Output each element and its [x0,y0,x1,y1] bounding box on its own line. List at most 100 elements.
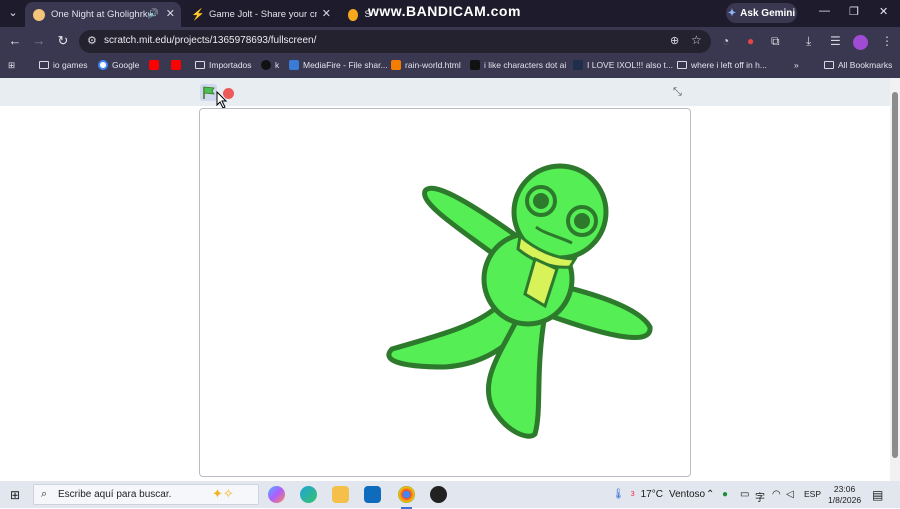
time: 23:06 [833,484,856,494]
forward-icon[interactable]: → [31,33,47,48]
apps-grid-icon[interactable]: ⊞ [8,60,15,71]
extensions-puzzle-icon[interactable]: ⧉ [771,34,780,49]
bookmark-characters[interactable]: i like characters dot ai [470,60,566,70]
profile-avatar[interactable] [853,35,868,50]
tray-app-icon[interactable]: ● [722,489,728,500]
tab-favicon [33,8,45,21]
tab-one-night[interactable]: One Night at Gholighrkgh 🔊 ✕ [25,2,181,27]
tray-language-icon[interactable]: 字 [755,489,765,504]
scratch-stage[interactable] [199,108,691,477]
media-player-icon[interactable] [430,486,447,503]
bookmark-where-i-left-off[interactable]: where i left off in h... [677,60,767,70]
bookmark-star-icon[interactable]: ☆ [691,33,702,47]
date: 1/8/2026 [828,495,862,505]
bookmark-ixol[interactable]: I LOVE IXOL!!! also t... [573,60,673,70]
close-icon[interactable]: ✕ [166,7,175,20]
folder-icon [824,61,834,69]
characterai-icon [470,60,480,70]
bookmark-youtube-2[interactable] [171,60,185,70]
exit-fullscreen-icon[interactable]: ⤡ [673,86,682,99]
file-explorer-icon[interactable] [332,486,349,503]
bookmark-mediafire[interactable]: MediaFire - File shar... [289,60,388,70]
window-close-icon[interactable]: ✕ [879,5,888,18]
copilot-icon[interactable] [268,486,285,503]
reload-icon[interactable]: ↻ [55,33,71,49]
address-bar[interactable]: ⚙ scratch.mit.edu/projects/1365978693/fu… [79,30,711,53]
bookmark-io-games[interactable]: io games [39,60,88,70]
chrome-icon[interactable] [398,486,415,509]
youtube-icon [149,60,159,70]
volume-icon[interactable]: ◁ [786,489,794,500]
site-info-icon[interactable]: ⚙ [87,34,97,47]
all-bookmarks[interactable]: All Bookmarks [824,60,892,70]
tab-title: Game Jolt - Share your creation [209,9,317,20]
bookmark-label: where i left off in h... [691,60,767,70]
bookmark-label: i like characters dot ai [484,60,567,70]
bookmark-rain-world[interactable]: rain-world.html [391,60,461,70]
bookmarks-overflow-icon[interactable]: » [794,60,799,70]
bookmark-label: Importados [209,60,252,70]
extension-icon-2[interactable]: ● [747,34,754,48]
wifi-icon[interactable]: ◠ [772,489,781,500]
tumblr-icon [573,60,583,70]
mouse-cursor-icon [216,91,228,109]
ask-gemini-button[interactable]: ✦ Ask Gemini [726,3,797,23]
search-placeholder: Escribe aquí para buscar. [58,489,172,500]
tray-expand-icon[interactable]: ⌃ [706,489,714,500]
bookmark-label: k [275,60,280,70]
outlook-icon[interactable] [364,486,381,503]
site-icon [261,60,271,70]
download-icon[interactable]: ⤓ [806,34,811,49]
weather-temp: 17°C [640,489,663,500]
back-icon[interactable]: ← [7,33,23,48]
right-pupil [574,213,590,229]
google-icon [98,60,108,70]
minimize-icon[interactable]: — [819,5,830,17]
taskbar-search[interactable]: ⌕ Escribe aquí para buscar. ✦✧ [33,484,259,505]
clock[interactable]: 23:06 1/8/2026 [828,484,861,506]
bookmark-label: Google [112,60,140,70]
toolbar: ← → ↻ ⚙ scratch.mit.edu/projects/1365978… [0,27,900,56]
scrollbar-thumb[interactable] [892,92,898,458]
weather-desc: Ventoso [668,489,706,500]
notifications-icon[interactable]: ▤ [872,488,883,502]
sparkle-icon: ✦✧ [212,486,234,501]
url-text[interactable]: scratch.mit.edu/projects/1365978693/full… [104,35,316,46]
zoom-icon[interactable]: ⊕ [670,34,679,47]
menu-icon[interactable]: ⋮ [881,34,893,48]
edge-icon[interactable] [300,486,317,503]
mediafire-icon [289,60,299,70]
bookmark-label: rain-world.html [405,60,461,70]
bookmark-k[interactable]: k [261,60,279,70]
bookmarks-bar: ⊞ io games Google Importados k MediaFire… [0,56,900,78]
tab-third[interactable]: S [340,2,370,27]
tab-title: One Night at Gholighrkgh [51,9,149,20]
tray-battery-icon[interactable]: ▭ [740,489,749,500]
extension-icon-1[interactable]: ◔ [722,34,729,48]
bookmark-importados[interactable]: Importados [195,60,252,70]
blogger-icon [391,60,401,70]
frog-character [386,163,653,439]
audio-icon[interactable]: 🔊 [148,8,159,19]
bookmark-youtube-1[interactable] [149,60,163,70]
folder-icon [39,61,49,69]
close-icon[interactable]: ✕ [322,7,331,20]
bookmark-google[interactable]: Google [98,60,139,70]
scratch-favicon [348,8,359,21]
input-language[interactable]: ESP [804,489,821,499]
tab-search-icon[interactable]: ⌄ [4,4,22,22]
tab-game-jolt[interactable]: ⚡ Game Jolt - Share your creation ✕ [183,2,337,27]
search-icon: ⌕ [41,488,48,500]
bookmark-label: io games [53,60,88,70]
youtube-icon [171,60,181,70]
stage-controls-bar [0,78,890,106]
windows-start-icon[interactable]: ⊞ [10,488,20,502]
weather-widget[interactable]: 🌡 3 17°C Ventoso [612,489,705,500]
gamejolt-favicon: ⚡ [191,8,205,21]
reading-list-icon[interactable]: ☰ [830,34,841,48]
weather-badge: 3 [630,491,635,498]
gemini-icon: ✦ [727,7,737,19]
restore-icon[interactable]: ❐ [849,5,859,18]
taskbar: ⊞ ⌕ Escribe aquí para buscar. ✦✧ 🌡 3 17°… [0,481,900,509]
left-pupil [533,193,549,209]
